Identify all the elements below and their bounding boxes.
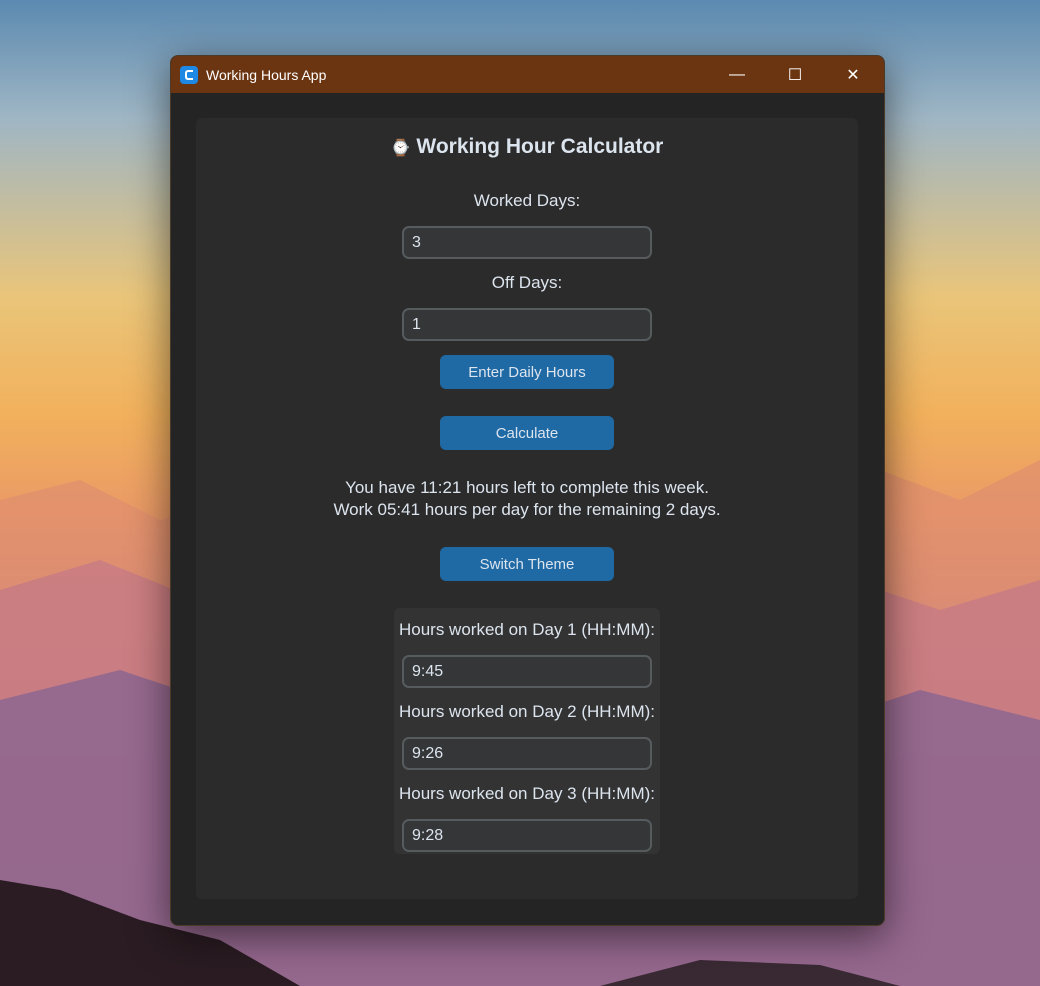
switch-theme-button[interactable]: Switch Theme <box>440 547 614 581</box>
daily-hours-frame: Hours worked on Day 1 (HH:MM): Hours wor… <box>394 608 660 854</box>
result-line-2: Work 05:41 hours per day for the remaini… <box>333 500 721 519</box>
day-2-hours-input[interactable] <box>402 737 652 770</box>
result-text: You have 11:21 hours left to complete th… <box>196 477 858 521</box>
close-button[interactable]: ✕ <box>824 56 882 93</box>
app-window: Working Hours App — ☐ ✕ ⌚ Working Hour C… <box>170 55 885 926</box>
app-logo-icon <box>180 65 198 84</box>
day-1-label: Hours worked on Day 1 (HH:MM): <box>398 620 655 639</box>
worked-days-input[interactable] <box>402 226 652 259</box>
main-panel: ⌚ Working Hour Calculator Worked Days: O… <box>196 118 858 899</box>
result-line-1: You have 11:21 hours left to complete th… <box>345 478 709 497</box>
off-days-input[interactable] <box>402 308 652 341</box>
worked-days-label: Worked Days: <box>473 191 581 210</box>
window-title: Working Hours App <box>206 66 327 83</box>
minimize-button[interactable]: — <box>708 56 766 93</box>
watch-icon: ⌚ <box>390 140 411 157</box>
day-3-hours-input[interactable] <box>402 819 652 852</box>
calculate-button[interactable]: Calculate <box>440 416 614 450</box>
day-2-label: Hours worked on Day 2 (HH:MM): <box>398 702 655 721</box>
maximize-icon: ☐ <box>787 66 803 84</box>
page-title-text: Working Hour Calculator <box>416 135 664 158</box>
maximize-button[interactable]: ☐ <box>766 56 824 93</box>
page-title: ⌚ Working Hour Calculator <box>196 135 858 159</box>
off-days-label: Off Days: <box>491 273 563 292</box>
minimize-icon: — <box>729 65 745 83</box>
enter-daily-hours-button[interactable]: Enter Daily Hours <box>440 355 614 389</box>
title-bar[interactable]: Working Hours App — ☐ ✕ <box>171 56 884 93</box>
close-icon: ✕ <box>846 66 860 84</box>
day-3-label: Hours worked on Day 3 (HH:MM): <box>398 784 655 803</box>
day-1-hours-input[interactable] <box>402 655 652 688</box>
